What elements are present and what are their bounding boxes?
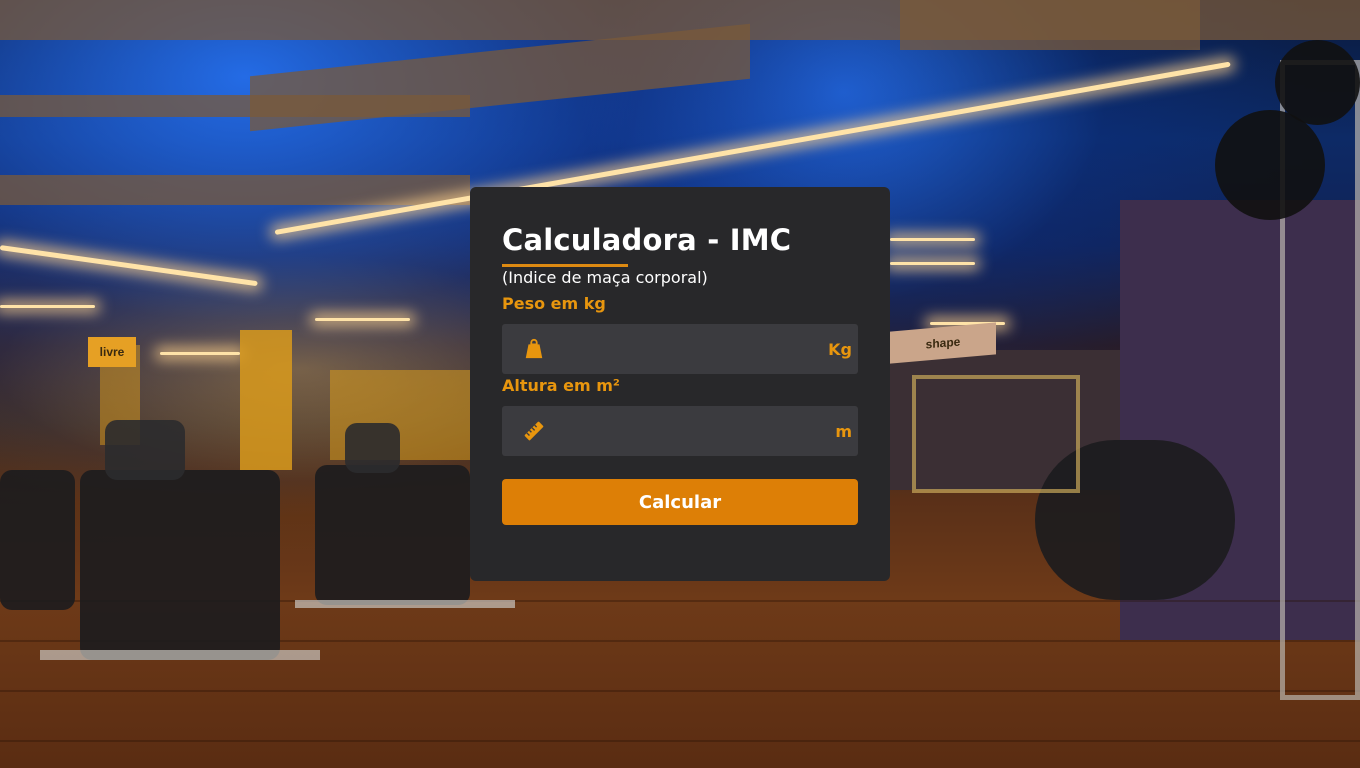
page-title: Calculadora - IMC bbox=[502, 223, 792, 257]
ceiling-beam bbox=[0, 175, 470, 205]
ceiling-beam bbox=[900, 0, 1200, 50]
exercise-bike bbox=[315, 465, 470, 605]
weight-unit: Kg bbox=[828, 339, 852, 359]
height-unit: m bbox=[835, 421, 852, 441]
exercise-bike bbox=[0, 470, 75, 610]
weight-icon bbox=[522, 337, 546, 361]
ceiling-light bbox=[890, 262, 975, 265]
medicine-ball bbox=[1215, 110, 1325, 220]
calculate-button[interactable]: Calcular bbox=[502, 479, 858, 525]
bike-base bbox=[295, 600, 515, 608]
page-subtitle: (Indice de maça corporal) bbox=[502, 268, 708, 287]
training-rig bbox=[912, 375, 1080, 493]
bike-console bbox=[105, 420, 185, 480]
weight-label: Peso em kg bbox=[502, 294, 606, 313]
bike-console bbox=[345, 423, 400, 473]
title-underline bbox=[502, 264, 628, 267]
bike-base bbox=[40, 650, 320, 660]
ceiling-light bbox=[0, 245, 258, 287]
ceiling-light bbox=[315, 318, 410, 321]
weight-field[interactable]: Kg bbox=[502, 324, 858, 374]
ceiling-light bbox=[160, 352, 240, 355]
ceiling-light bbox=[890, 238, 975, 241]
ruler-icon bbox=[522, 419, 546, 443]
weight-input[interactable] bbox=[546, 324, 824, 374]
yellow-column bbox=[240, 330, 292, 470]
height-input[interactable] bbox=[546, 406, 824, 456]
exercise-bike bbox=[80, 470, 280, 660]
floor-plank bbox=[0, 690, 1360, 692]
height-field[interactable]: m bbox=[502, 406, 858, 456]
bmi-calculator-card: Calculadora - IMC (Indice de maça corpor… bbox=[470, 187, 890, 581]
medicine-ball bbox=[1275, 40, 1360, 125]
floor-plank bbox=[0, 740, 1360, 742]
ceiling-light bbox=[0, 305, 95, 308]
height-label: Altura em m² bbox=[502, 376, 620, 395]
sign-livre: livre bbox=[88, 337, 136, 367]
